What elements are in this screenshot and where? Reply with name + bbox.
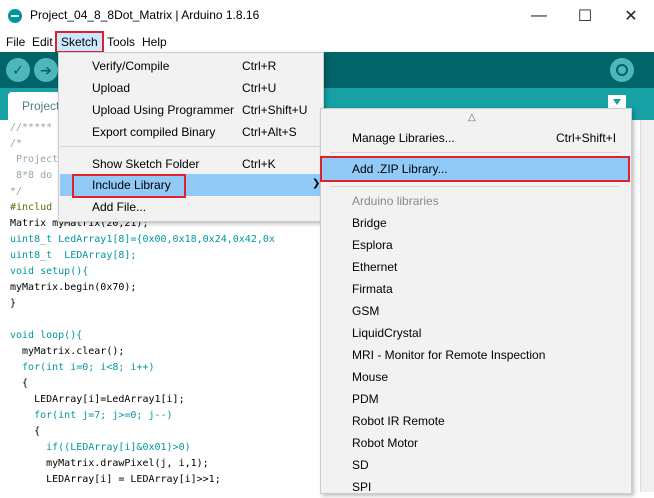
code-line: Project (10, 154, 59, 165)
code-line: for(int j=7; j>=0; j--) (10, 410, 173, 421)
menu-sketch[interactable]: Sketch (55, 31, 104, 53)
code-line: //***** (10, 122, 53, 133)
code-line: void loop(){ (10, 330, 83, 341)
tab-menu-dropdown-icon[interactable] (608, 95, 626, 109)
shortcut-show-sketch-folder: Ctrl+K (242, 157, 276, 171)
menu-item-verify-compile[interactable]: Verify/Compile (92, 56, 169, 76)
code-line: void setup(){ (10, 266, 89, 277)
code-line: myMatrix.begin(0x70); (10, 282, 137, 293)
menu-separator (60, 146, 322, 147)
code-line: { (10, 426, 41, 437)
menu-separator (330, 152, 620, 153)
code-line: /* (10, 138, 23, 149)
shortcut-upload-using-programmer: Ctrl+Shift+U (242, 103, 308, 117)
arduino-logo-icon (8, 9, 22, 23)
library-item[interactable]: Mouse (352, 366, 388, 388)
menu-separator (330, 186, 620, 187)
arduino-libraries-header: Arduino libraries (352, 194, 439, 208)
close-button[interactable]: ✕ (608, 0, 654, 32)
code-line: myMatrix.drawPixel(j, i,1); (10, 458, 209, 469)
menu-edit[interactable]: Edit (28, 32, 57, 52)
library-item[interactable]: SD (352, 454, 369, 476)
library-item[interactable]: GSM (352, 300, 379, 322)
menu-file[interactable]: File (2, 32, 29, 52)
upload-button[interactable]: ➔ (34, 58, 58, 82)
tab-label: Project (22, 99, 60, 113)
shortcut-export-compiled-binary: Ctrl+Alt+S (242, 125, 297, 139)
code-line: LEDArray[i]=LedArray1[i]; (10, 394, 185, 405)
verify-button[interactable]: ✓ (6, 58, 30, 82)
library-item[interactable]: Esplora (352, 234, 393, 256)
library-item[interactable]: MRI - Monitor for Remote Inspection (352, 344, 545, 366)
shortcut-upload: Ctrl+U (242, 81, 277, 95)
shortcut-verify-compile: Ctrl+R (242, 59, 277, 73)
menu-item-add-file[interactable]: Add File... (92, 197, 146, 217)
window-title: Project_04_8_8Dot_Matrix | Arduino 1.8.1… (30, 8, 260, 22)
editor-scrollbar[interactable] (640, 120, 654, 492)
menu-tools[interactable]: Tools (103, 32, 139, 52)
code-line: myMatrix.clear(); (10, 346, 125, 357)
library-item[interactable]: Bridge (352, 212, 387, 234)
code-line: } (10, 298, 17, 309)
annotation-box-add-zip-library (320, 156, 630, 182)
library-item[interactable]: Robot IR Remote (352, 410, 445, 432)
code-line: */ (10, 186, 23, 197)
code-line: uint8_t LedArray1[8]={0x00,0x18,0x24,0x4… (10, 234, 275, 245)
menu-item-upload[interactable]: Upload (92, 78, 130, 98)
maximize-button[interactable]: ☐ (562, 0, 608, 32)
library-item[interactable]: Ethernet (352, 256, 397, 278)
shortcut-manage-libraries: Ctrl+Shift+I (556, 131, 617, 145)
code-line: { (10, 378, 29, 389)
code-line: for(int i=0; i<8; i++) (10, 362, 155, 373)
code-line: 8*8 do (10, 170, 53, 181)
library-item[interactable]: LiquidCrystal (352, 322, 421, 344)
serial-monitor-icon[interactable] (610, 58, 634, 82)
menu-item-manage-libraries[interactable]: Manage Libraries... (352, 127, 455, 149)
library-item[interactable]: PDM (352, 388, 379, 410)
code-line: if((LEDArray[i]&0x01)>0) (10, 442, 191, 453)
minimize-button[interactable]: — (516, 0, 562, 32)
code-line: uint8_t LEDArray[8]; (10, 250, 137, 261)
library-item[interactable]: Firmata (352, 278, 393, 300)
menu-item-export-compiled-binary[interactable]: Export compiled Binary (92, 122, 215, 142)
menu-item-upload-using-programmer[interactable]: Upload Using Programmer (92, 100, 234, 120)
annotation-box-include-library (72, 174, 186, 198)
scroll-up-arrow-icon[interactable]: △ (468, 112, 476, 123)
library-item[interactable]: Robot Motor (352, 432, 418, 454)
code-line: #includ (10, 202, 53, 213)
library-item[interactable]: SPI (352, 476, 371, 498)
code-line: LEDArray[i] = LEDArray[i]>>1; (10, 474, 221, 485)
menu-help[interactable]: Help (138, 32, 171, 52)
menu-item-show-sketch-folder[interactable]: Show Sketch Folder (92, 154, 199, 174)
